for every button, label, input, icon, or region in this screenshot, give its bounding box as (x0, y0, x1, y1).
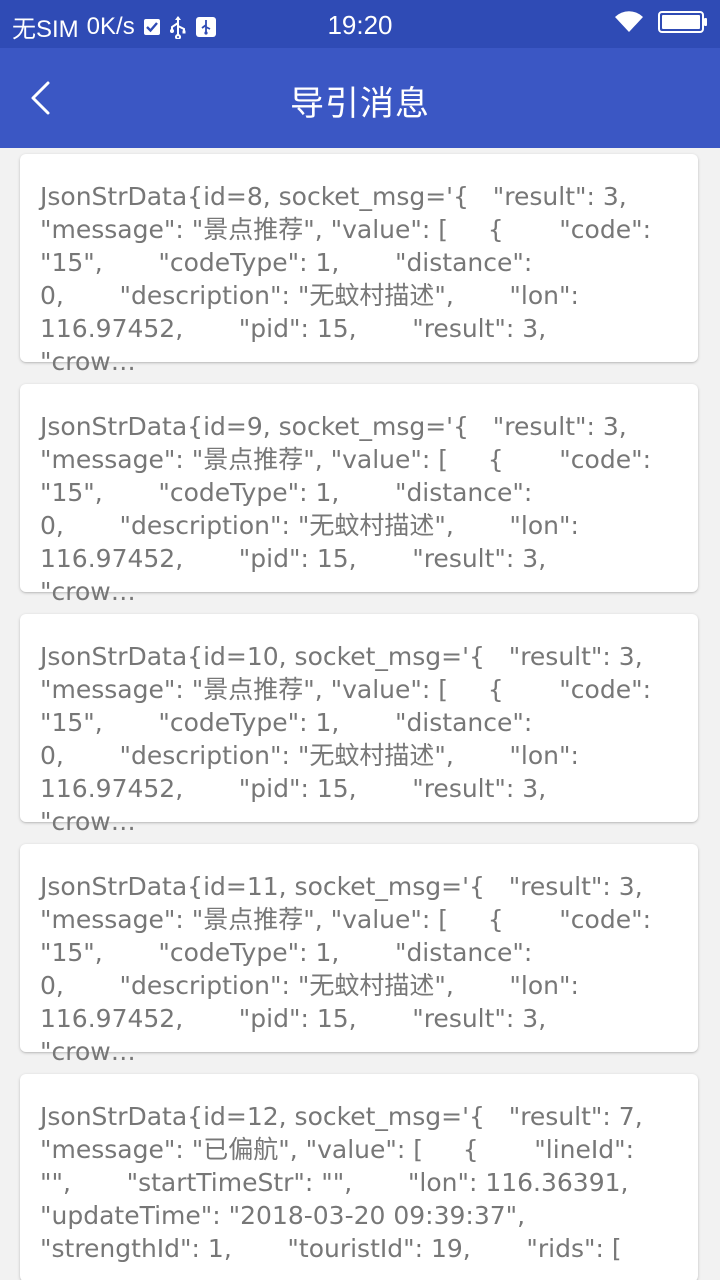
battery-icon (658, 10, 708, 34)
message-text: JsonStrData{id=9, socket_msg='{ "result"… (40, 412, 651, 606)
message-card[interactable]: JsonStrData{id=8, socket_msg='{ "result"… (20, 154, 698, 376)
status-time: 19:20 (327, 10, 393, 40)
status-right (614, 10, 708, 34)
message-text: JsonStrData{id=11, socket_msg='{ "result… (40, 872, 651, 1066)
message-card[interactable]: JsonStrData{id=11, socket_msg='{ "result… (20, 844, 698, 1066)
app-bar: 导引消息 (0, 48, 720, 148)
page-title: 导引消息 (290, 84, 430, 124)
message-text: JsonStrData{id=8, socket_msg='{ "result"… (40, 182, 651, 376)
message-card[interactable]: JsonStrData{id=12, socket_msg='{ "result… (20, 1074, 698, 1280)
message-text: JsonStrData{id=10, socket_msg='{ "result… (40, 642, 651, 836)
message-card[interactable]: JsonStrData{id=9, socket_msg='{ "result"… (20, 384, 698, 606)
wifi-icon (614, 11, 644, 33)
status-bar: 无SIM 0K/s 19:20 (0, 0, 720, 48)
message-card[interactable]: JsonStrData{id=10, socket_msg='{ "result… (20, 614, 698, 836)
message-text: JsonStrData{id=12, socket_msg='{ "result… (40, 1102, 643, 1280)
message-list[interactable]: JsonStrData{id=8, socket_msg='{ "result"… (0, 148, 720, 1280)
